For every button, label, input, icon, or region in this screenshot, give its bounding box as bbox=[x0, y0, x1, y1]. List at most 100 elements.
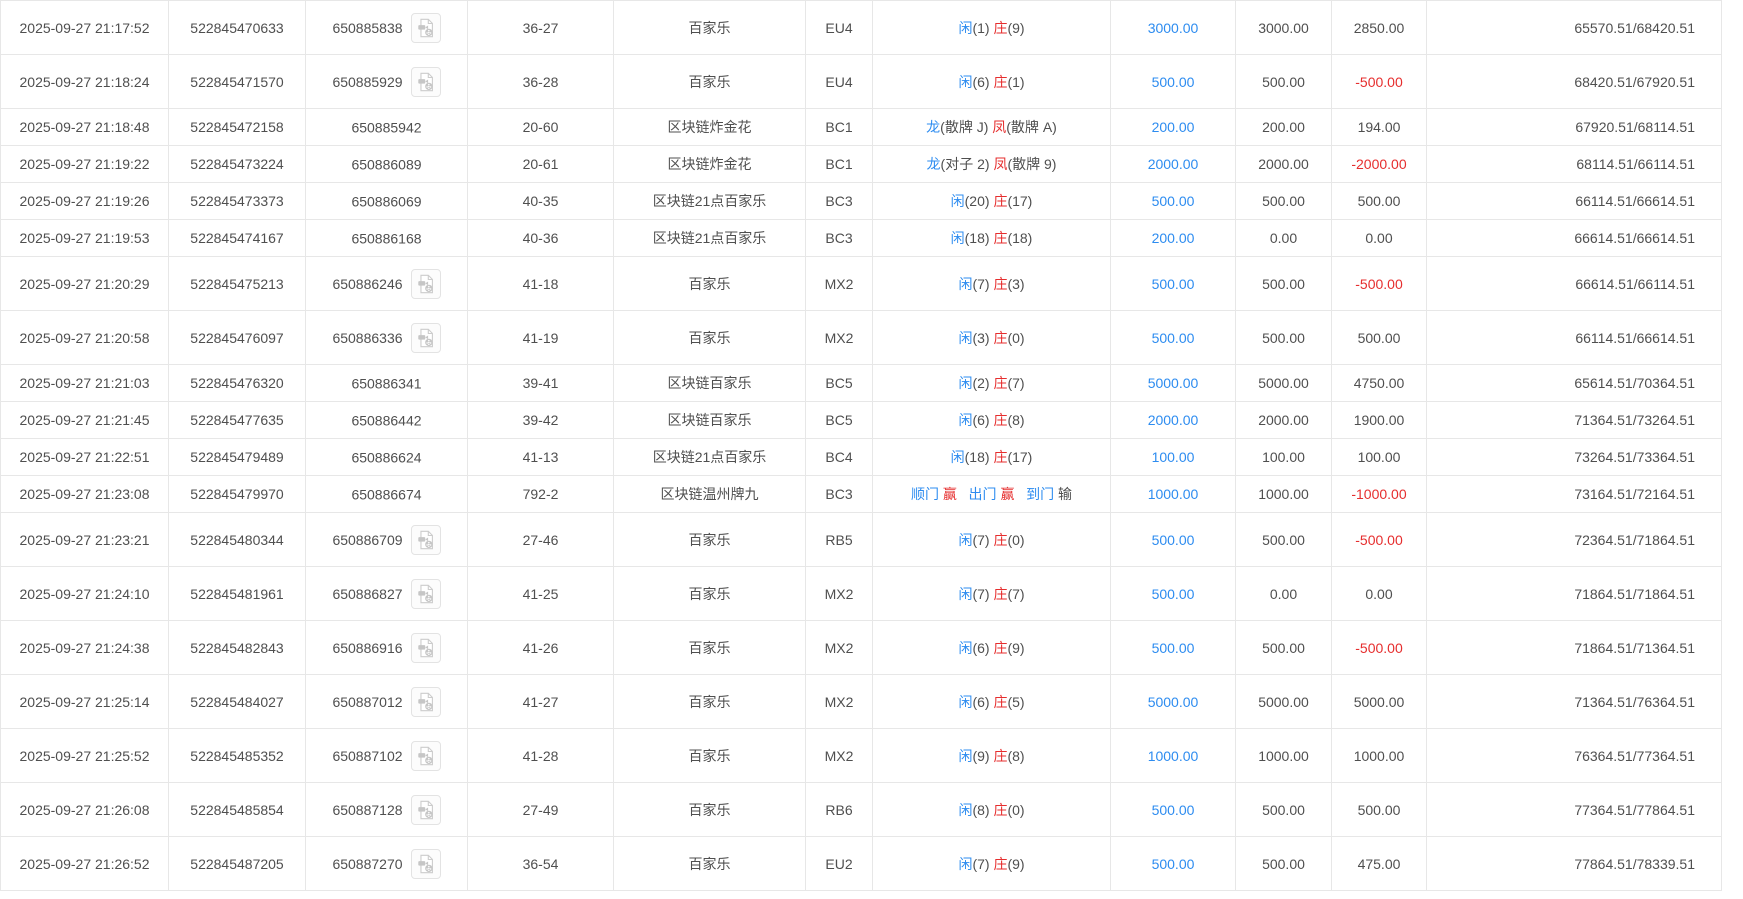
bet-time-cell: 2025-09-27 21:19:53 bbox=[0, 219, 169, 257]
winloss-value: -500.00 bbox=[1355, 275, 1403, 292]
shoe-round-cell: 41-25 bbox=[467, 566, 614, 621]
balance-cell: 66114.51/66614.51 bbox=[1426, 182, 1722, 220]
bet-amount-link[interactable]: 200.00 bbox=[1152, 119, 1195, 135]
video-file-icon bbox=[417, 18, 433, 37]
records-body: 2025-09-27 21:17:52 522845470633 650885838… bbox=[0, 0, 1722, 891]
bet-time-cell: 2025-09-27 21:18:24 bbox=[0, 54, 169, 109]
balance-cell: 73164.51/72164.51 bbox=[1426, 475, 1722, 513]
result-segment: 庄 bbox=[993, 19, 1008, 36]
table-row: 2025-09-27 21:24:38 522845482843 650886916… bbox=[0, 620, 1722, 675]
result-cell: 龙(对子 2) 凤(散牌 9) bbox=[872, 145, 1111, 183]
result-segment: (散牌 A) bbox=[1006, 119, 1057, 135]
result-segment: 闲 bbox=[958, 19, 973, 36]
page: { "colors": { "link_blue": "#2d8cf0", "l… bbox=[0, 0, 1743, 899]
result-segment: 庄 bbox=[993, 73, 1008, 90]
bet-amount-link[interactable]: 500.00 bbox=[1152, 74, 1195, 90]
result-segment: (9) bbox=[1007, 19, 1025, 36]
shoe-round-cell: 41-18 bbox=[467, 256, 614, 311]
bet-amount-link[interactable]: 500.00 bbox=[1152, 330, 1195, 346]
round-id-cell: 650887128 bbox=[305, 782, 468, 837]
table-code-cell: MX2 bbox=[805, 728, 873, 783]
bet-amount-link[interactable]: 200.00 bbox=[1152, 230, 1195, 246]
winloss-cell: -500.00 bbox=[1331, 512, 1427, 567]
video-file-icon bbox=[417, 854, 433, 873]
table-row: 2025-09-27 21:19:22 522845473224 650886089… bbox=[0, 145, 1722, 183]
bet-amount-link[interactable]: 100.00 bbox=[1152, 449, 1195, 465]
table-row: 2025-09-27 21:21:45 522845477635 650886442… bbox=[0, 401, 1722, 439]
result-segment: (8) bbox=[1007, 412, 1025, 428]
bet-amount-link[interactable]: 5000.00 bbox=[1148, 694, 1199, 710]
video-replay-button[interactable] bbox=[410, 740, 441, 771]
round-id-text: 650886168 bbox=[351, 230, 422, 247]
result-segment: 闲 bbox=[958, 639, 973, 656]
video-replay-button[interactable] bbox=[410, 848, 441, 879]
bet-amount-link[interactable]: 2000.00 bbox=[1148, 156, 1199, 172]
bet-amount-link[interactable]: 1000.00 bbox=[1148, 748, 1199, 764]
bet-amount-link[interactable]: 1000.00 bbox=[1148, 486, 1199, 502]
bet-amount-link[interactable]: 3000.00 bbox=[1148, 20, 1199, 36]
video-replay-button[interactable] bbox=[410, 66, 441, 97]
table-row: 2025-09-27 21:19:26 522845473373 650886069… bbox=[0, 182, 1722, 220]
table-code-cell: EU4 bbox=[805, 0, 873, 55]
bet-amount-link[interactable]: 500.00 bbox=[1152, 802, 1195, 818]
bet-amount-cell: 500.00 bbox=[1110, 620, 1236, 675]
bet-amount-link[interactable]: 500.00 bbox=[1152, 193, 1195, 209]
video-replay-button[interactable] bbox=[410, 524, 441, 555]
video-replay-button[interactable] bbox=[410, 578, 441, 609]
valid-amount-cell: 3000.00 bbox=[1235, 0, 1332, 55]
bet-id-cell: 522845474167 bbox=[168, 219, 306, 257]
result-cell: 闲(3) 庄(0) bbox=[872, 310, 1111, 365]
result-cell: 龙(散牌 J) 凤(散牌 A) bbox=[872, 108, 1111, 146]
winloss-value: -500.00 bbox=[1355, 73, 1403, 90]
video-file-icon bbox=[417, 530, 433, 549]
result-cell: 闲(7) 庄(0) bbox=[872, 512, 1111, 567]
balance-cell: 76364.51/77364.51 bbox=[1426, 728, 1722, 783]
bet-amount-cell: 500.00 bbox=[1110, 256, 1236, 311]
bet-amount-link[interactable]: 500.00 bbox=[1152, 856, 1195, 872]
video-file-icon bbox=[417, 328, 433, 347]
video-replay-button[interactable] bbox=[410, 686, 441, 717]
bet-amount-link[interactable]: 2000.00 bbox=[1148, 412, 1199, 428]
winloss-cell: 1900.00 bbox=[1331, 401, 1427, 439]
game-name-cell: 百家乐 bbox=[613, 728, 806, 783]
result-segment: (5) bbox=[1007, 693, 1025, 710]
result-segment: (7) bbox=[972, 531, 994, 548]
result-segment: 闲 bbox=[958, 855, 973, 872]
shoe-round-cell: 39-41 bbox=[467, 364, 614, 402]
balance-cell: 73264.51/73364.51 bbox=[1426, 438, 1722, 476]
video-replay-button[interactable] bbox=[410, 268, 441, 299]
result-segment: 闲 bbox=[958, 531, 973, 548]
result-segment: (6) bbox=[972, 693, 994, 710]
table-row: 2025-09-27 21:18:24 522845471570 650885929… bbox=[0, 54, 1722, 109]
result-segment bbox=[957, 486, 969, 502]
bet-amount-cell: 500.00 bbox=[1110, 836, 1236, 891]
video-replay-button[interactable] bbox=[410, 794, 441, 825]
game-name-cell: 百家乐 bbox=[613, 256, 806, 311]
winloss-value: -500.00 bbox=[1355, 531, 1403, 548]
winloss-cell: -500.00 bbox=[1331, 256, 1427, 311]
bet-amount-link[interactable]: 500.00 bbox=[1152, 276, 1195, 292]
video-replay-button[interactable] bbox=[410, 12, 441, 43]
result-segment: 庄 bbox=[993, 639, 1008, 656]
bet-amount-link[interactable]: 500.00 bbox=[1152, 640, 1195, 656]
round-id-cell: 650887102 bbox=[305, 728, 468, 783]
result-segment: 闲 bbox=[958, 73, 973, 90]
round-id-text: 650886246 bbox=[332, 275, 403, 292]
result-segment: (20) bbox=[964, 193, 994, 209]
result-segment: (3) bbox=[1007, 275, 1025, 292]
video-replay-button[interactable] bbox=[410, 322, 441, 353]
result-segment: (1) bbox=[972, 19, 994, 36]
video-file-icon bbox=[417, 72, 433, 91]
bet-amount-link[interactable]: 500.00 bbox=[1152, 586, 1195, 602]
bet-time-cell: 2025-09-27 21:20:29 bbox=[0, 256, 169, 311]
bet-amount-link[interactable]: 500.00 bbox=[1152, 532, 1195, 548]
bet-id-cell: 522845484027 bbox=[168, 674, 306, 729]
bet-amount-link[interactable]: 5000.00 bbox=[1148, 375, 1199, 391]
result-segment: (7) bbox=[972, 855, 994, 872]
bet-id-cell: 522845485854 bbox=[168, 782, 306, 837]
winloss-value: 0.00 bbox=[1365, 230, 1393, 246]
shoe-round-cell: 41-19 bbox=[467, 310, 614, 365]
winloss-cell: -2000.00 bbox=[1331, 145, 1427, 183]
table-code-cell: RB5 bbox=[805, 512, 873, 567]
video-replay-button[interactable] bbox=[410, 632, 441, 663]
